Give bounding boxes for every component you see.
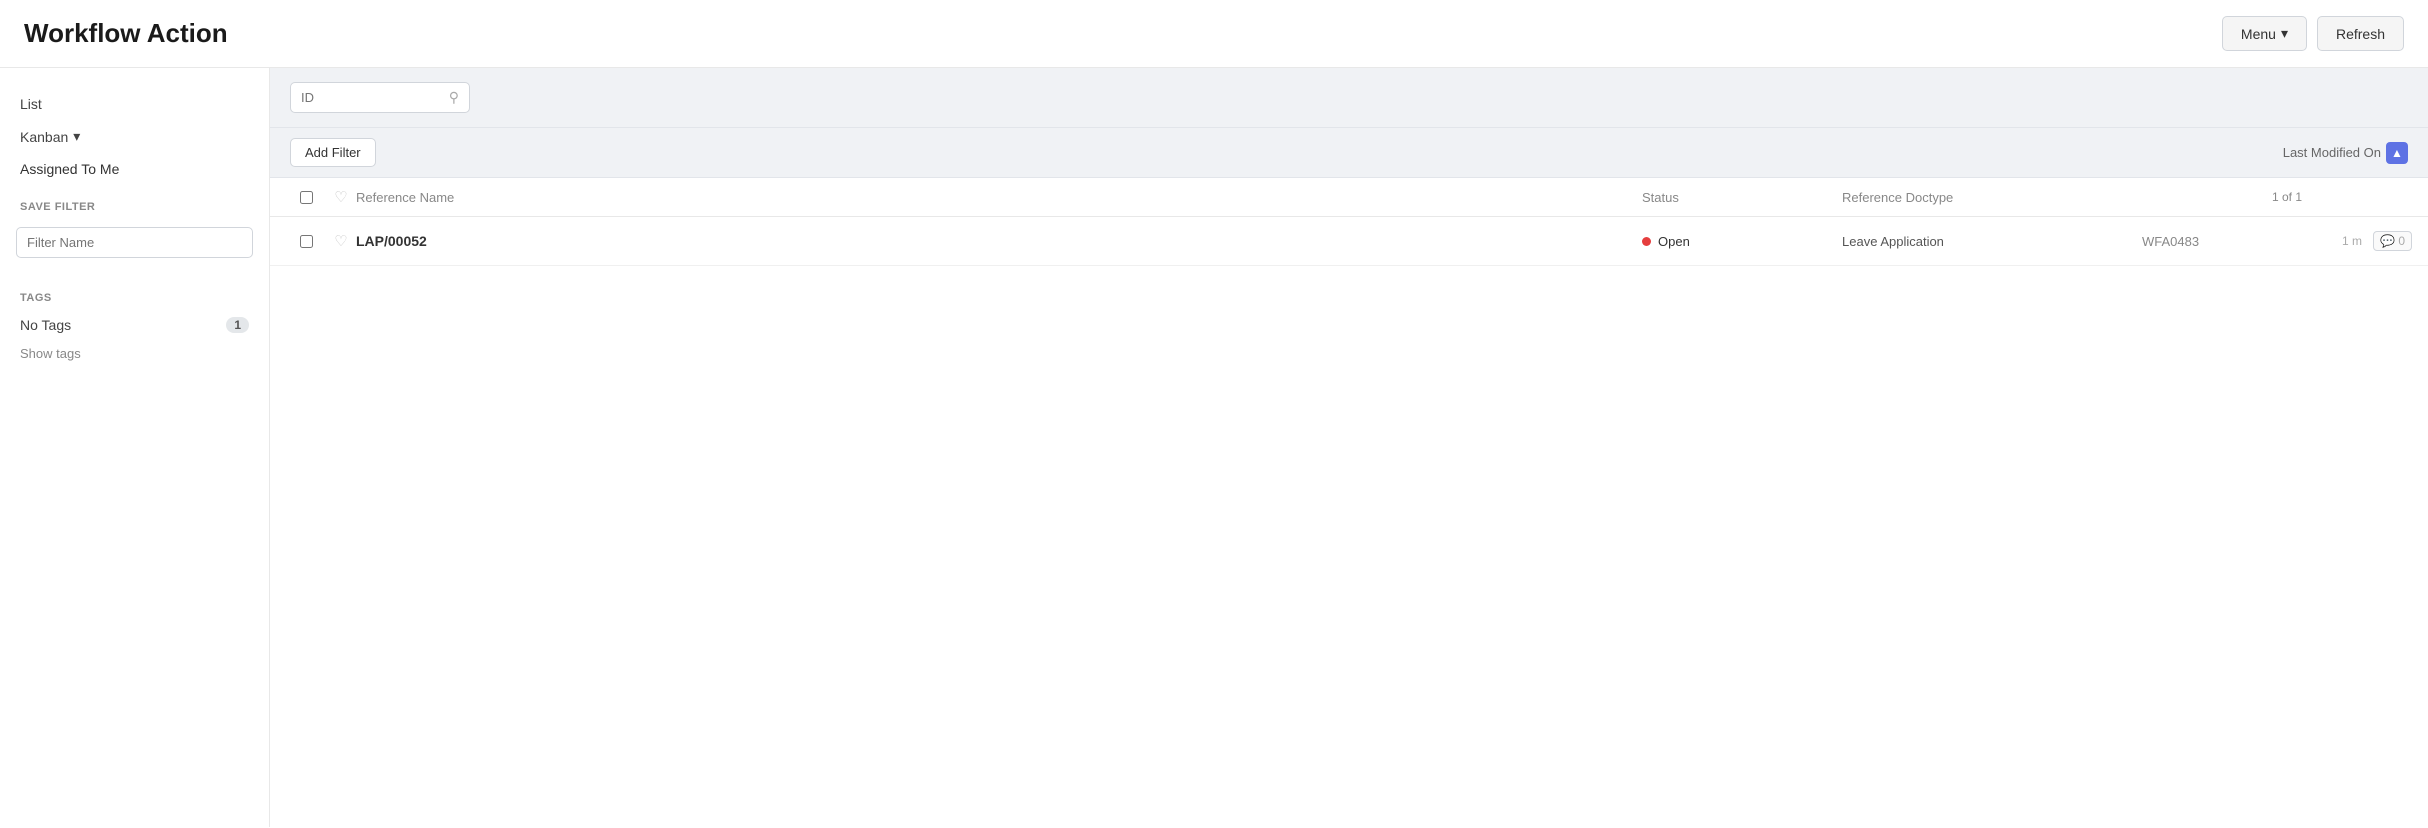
sort-arrow-icon: ▲	[2386, 142, 2408, 164]
header-reference-doctype: Reference Doctype	[1842, 190, 2142, 205]
select-all-checkbox[interactable]	[300, 191, 313, 204]
refresh-button[interactable]: Refresh	[2317, 16, 2404, 51]
comment-count: 0	[2398, 234, 2405, 248]
filter-bar: Add Filter Last Modified On ▲	[270, 128, 2428, 178]
row-status: Open	[1642, 234, 1842, 249]
main-layout: List Kanban ▾ Assigned To Me SAVE FILTER…	[0, 68, 2428, 827]
menu-button[interactable]: Menu ▾	[2222, 16, 2307, 51]
search-bar-area: ⚲	[270, 68, 2428, 128]
search-input[interactable]	[301, 90, 443, 105]
page-title: Workflow Action	[24, 18, 228, 49]
row-reference-name[interactable]: LAP/00052	[356, 233, 1642, 249]
sort-label: Last Modified On	[2283, 145, 2381, 160]
no-tags-label: No Tags	[20, 317, 71, 333]
row-reference-doctype: Leave Application	[1842, 234, 2142, 249]
sidebar: List Kanban ▾ Assigned To Me SAVE FILTER…	[0, 68, 270, 827]
row-checkbox[interactable]	[300, 235, 313, 248]
header-status: Status	[1642, 190, 1842, 205]
show-tags-button[interactable]: Show tags	[0, 340, 269, 367]
table-header: ♡ Reference Name Status Reference Doctyp…	[270, 178, 2428, 217]
sidebar-item-assigned-to-me[interactable]: Assigned To Me	[0, 153, 269, 185]
sidebar-item-list[interactable]: List	[0, 88, 269, 120]
menu-label: Menu	[2241, 26, 2276, 42]
kanban-arrow: ▾	[73, 128, 80, 145]
header-checkbox-col	[286, 191, 326, 204]
page-count: 1 of 1	[2142, 190, 2302, 204]
content-area: ⚲ Add Filter Last Modified On ▲	[270, 68, 2428, 827]
save-filter-section-label: SAVE FILTER	[0, 185, 269, 219]
header-heart-icon: ♡	[334, 188, 347, 206]
menu-arrow: ▾	[2281, 25, 2288, 42]
page-header: Workflow Action Menu ▾ Refresh	[0, 0, 2428, 68]
row-heart-icon[interactable]: ♡	[334, 232, 347, 250]
no-tags-row[interactable]: No Tags 1	[0, 310, 269, 340]
row-time-ago: 1 m	[2302, 234, 2362, 248]
tags-section: TAGS No Tags 1 Show tags	[0, 276, 269, 367]
no-tags-count: 1	[226, 317, 249, 333]
row-heart-col[interactable]: ♡	[326, 232, 356, 250]
sidebar-item-kanban[interactable]: Kanban ▾	[0, 120, 269, 153]
tags-section-label: TAGS	[0, 276, 269, 310]
header-heart-col: ♡	[326, 188, 356, 206]
row-comments: 💬 0	[2362, 231, 2412, 251]
filter-name-input[interactable]	[16, 227, 253, 258]
comment-box: 💬 0	[2373, 231, 2412, 251]
header-actions: Menu ▾ Refresh	[2222, 16, 2404, 51]
row-checkbox-col[interactable]	[286, 235, 326, 248]
table-area: ♡ Reference Name Status Reference Doctyp…	[270, 178, 2428, 827]
table-row[interactable]: ♡ LAP/00052 Open Leave Application WFA04…	[270, 217, 2428, 266]
search-icon: ⚲	[449, 89, 459, 106]
row-wfa-id: WFA0483	[2142, 234, 2302, 249]
status-label: Open	[1658, 234, 1690, 249]
header-reference-name: Reference Name	[356, 190, 1642, 205]
add-filter-button[interactable]: Add Filter	[290, 138, 376, 167]
sort-indicator[interactable]: Last Modified On ▲	[2283, 142, 2408, 164]
search-input-wrap[interactable]: ⚲	[290, 82, 470, 113]
status-dot	[1642, 237, 1651, 246]
comment-icon: 💬	[2380, 234, 2395, 248]
refresh-label: Refresh	[2336, 26, 2385, 42]
